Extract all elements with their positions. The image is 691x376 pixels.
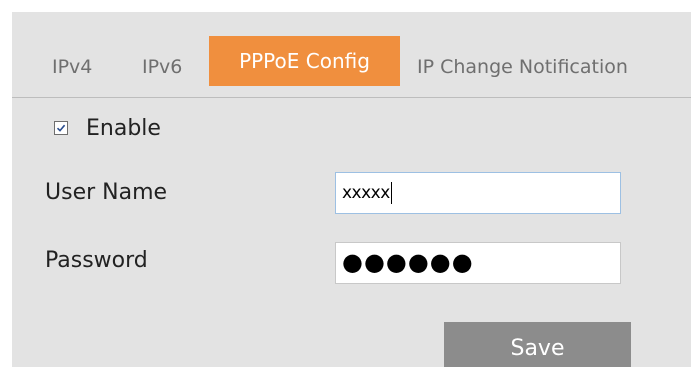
tab-pppoe-config[interactable]: PPPoE Config [209, 36, 400, 86]
username-input[interactable]: xxxxx [335, 172, 621, 214]
text-caret [390, 182, 392, 204]
enable-label: Enable [86, 115, 161, 141]
tab-ipv6[interactable]: IPv6 [142, 48, 182, 86]
username-label: User Name [45, 180, 168, 205]
enable-row: Enable [54, 115, 161, 141]
save-button[interactable]: Save [444, 322, 631, 367]
enable-checkbox[interactable] [54, 121, 68, 135]
password-value: ●●●●●● [342, 248, 474, 276]
tab-bar: IPv4 IPv6 PPPoE Config IP Change Notific… [12, 36, 691, 98]
checkmark-icon [56, 124, 66, 132]
pppoe-settings-panel: IPv4 IPv6 PPPoE Config IP Change Notific… [12, 12, 691, 367]
tab-ipv4[interactable]: IPv4 [52, 48, 92, 86]
username-value: xxxxx [342, 183, 390, 203]
tab-ip-change-notification[interactable]: IP Change Notification [417, 48, 628, 86]
password-input[interactable]: ●●●●●● [335, 242, 621, 284]
password-label: Password [45, 248, 148, 273]
